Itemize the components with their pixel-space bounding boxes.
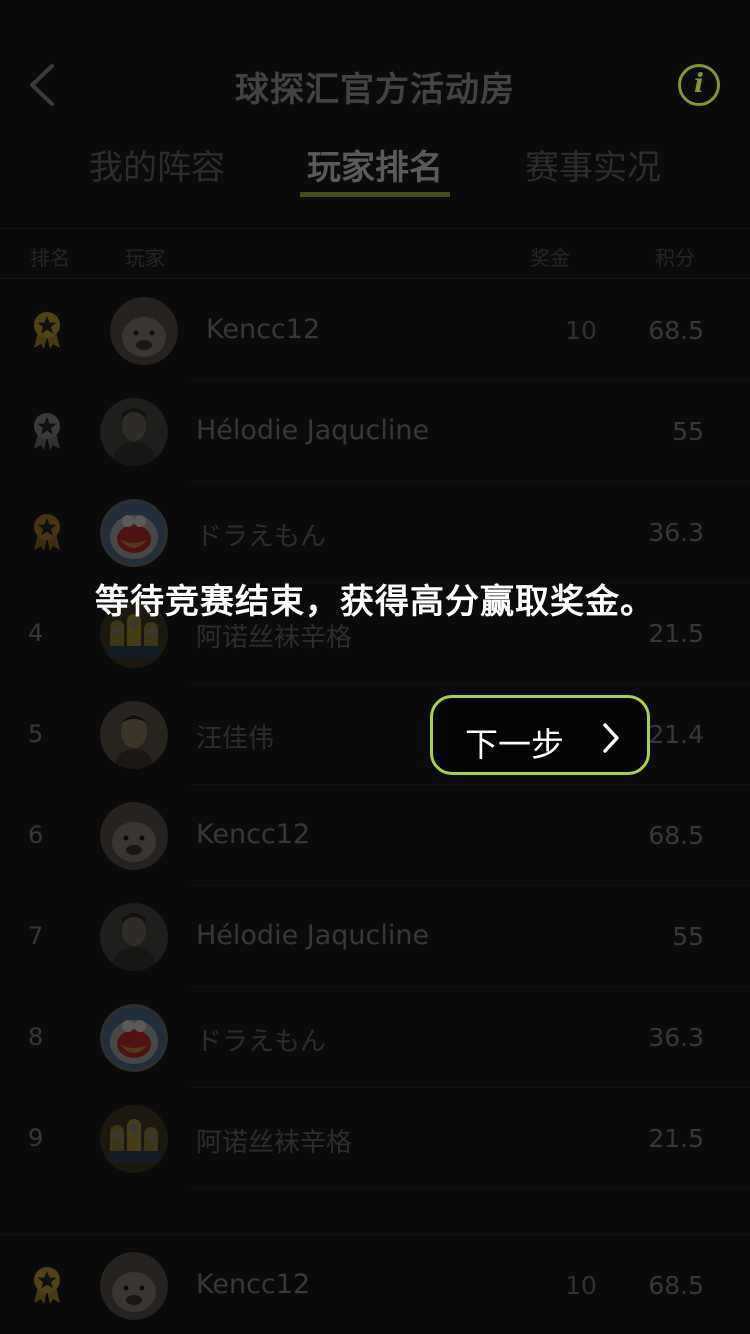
- next-step-label: 下一步: [465, 725, 564, 764]
- guide-message: 等待竞赛结束，获得高分赢取奖金。: [95, 582, 655, 622]
- chevron-right-icon: [603, 723, 619, 753]
- next-step-button[interactable]: 下一步: [430, 695, 650, 775]
- guide-overlay[interactable]: 等待竞赛结束，获得高分赢取奖金。 下一步: [0, 0, 750, 1334]
